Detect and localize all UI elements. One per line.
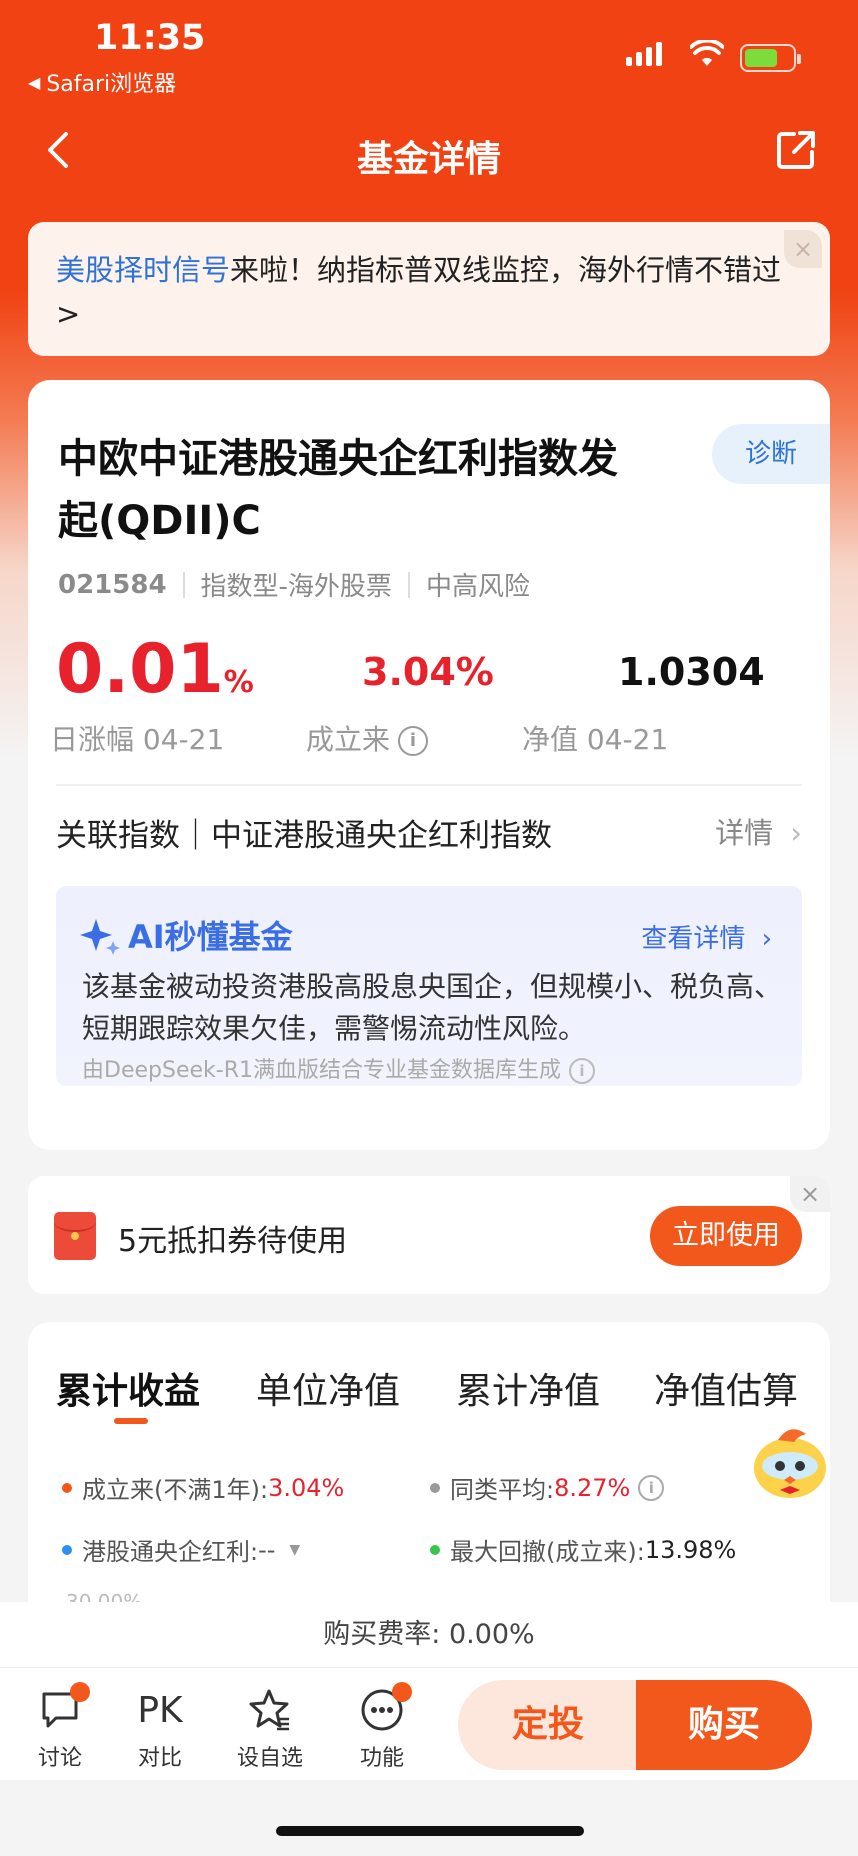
add-watchlist-button[interactable]: 设自选	[230, 1686, 310, 1772]
nav-value: 1.0304	[618, 650, 765, 694]
pk-icon: PK	[137, 1689, 183, 1731]
tab-nav-estimate[interactable]: 净值估算	[654, 1362, 798, 1414]
fund-risk: 中高风险	[425, 572, 530, 602]
buy-button[interactable]: 购买	[636, 1680, 812, 1770]
legend-value: 13.98%	[644, 1535, 737, 1564]
wifi-icon	[689, 38, 725, 72]
nav-label: 净值 04-21	[522, 723, 669, 756]
functions-label: 功能	[359, 1746, 404, 1771]
legend-value: --	[258, 1535, 276, 1564]
ai-footer-text: 由DeepSeek-R1满血版结合专业基金数据库生成	[82, 1058, 561, 1083]
since-inception-text: 成立来	[306, 723, 391, 756]
fund-type: 指数型-海外股票	[200, 572, 392, 602]
bottom-action-bar: 讨论 PK 对比 设自选 功能 定投 购买	[0, 1668, 858, 1780]
fund-code: 021584	[58, 569, 167, 600]
since-inception-value: 3.04%	[362, 650, 494, 694]
compare-label: 对比	[137, 1746, 182, 1771]
divider	[56, 784, 802, 786]
active-tab-indicator	[114, 1418, 148, 1424]
legend-label: 成立来(不满1年):	[82, 1476, 269, 1504]
use-coupon-button[interactable]: 立即使用	[650, 1206, 802, 1266]
status-time: 11:35	[94, 18, 206, 58]
add-watchlist-label: 设自选	[236, 1746, 303, 1771]
coupon-close-button[interactable]: ×	[790, 1176, 830, 1212]
star-icon	[249, 1689, 289, 1731]
banner-close-button[interactable]: ×	[784, 230, 822, 268]
tab-unit-nav[interactable]: 单位净值	[256, 1362, 400, 1414]
daily-change-unit: %	[223, 665, 254, 700]
mascot-assistant-icon[interactable]	[748, 1418, 832, 1502]
legend-dot	[62, 1482, 72, 1493]
ai-summary-text: 该基金被动投资港股高股息央国企，但规模小、税负高、短期跟踪效果欠佳，需警惕流动性…	[82, 970, 783, 1045]
legend-label: 同类平均:	[450, 1476, 555, 1504]
tab-cumulative-nav[interactable]: 累计净值	[456, 1362, 600, 1414]
info-icon[interactable]: i	[638, 1474, 665, 1501]
fund-meta: 021584 指数型-海外股票 中高风险	[58, 566, 530, 603]
discuss-label: 讨论	[37, 1746, 82, 1771]
ai-footer: 由DeepSeek-R1满血版结合专业基金数据库生成 i	[82, 1052, 595, 1084]
legend-dot	[430, 1482, 440, 1493]
back-app-label: Safari浏览器	[46, 72, 177, 97]
caret-down-icon: ▼	[289, 1541, 301, 1558]
coupon-text: 5元抵扣券待使用	[118, 1224, 348, 1259]
red-envelope-icon	[54, 1212, 96, 1260]
daily-change-label: 日涨幅 04-21	[50, 723, 225, 756]
legend-value: 8.27%	[554, 1473, 631, 1502]
info-icon[interactable]: i	[398, 726, 429, 756]
related-index[interactable]: 关联指数｜中证港股通央企红利指数	[56, 810, 552, 855]
since-inception-label: 成立来 i	[306, 718, 429, 758]
notification-badge	[392, 1682, 412, 1702]
ai-detail-label: 查看详情	[641, 924, 746, 954]
legend-max-drawdown: 最大回撤(成立来): 13.98%	[430, 1532, 736, 1567]
diagnose-button[interactable]: 诊断	[712, 424, 830, 484]
discuss-button[interactable]: 讨论	[20, 1682, 100, 1772]
back-triangle-icon: ◀	[28, 72, 41, 92]
ai-detail-link[interactable]: 查看详情 ›	[641, 918, 772, 955]
share-button[interactable]	[774, 128, 818, 176]
fund-summary-card: 中欧中证港股通央企红利指数发起(QDII)C 诊断 021584 指数型-海外股…	[28, 380, 830, 1150]
legend-since-inception: 成立来(不满1年): 3.04%	[62, 1470, 344, 1505]
home-indicator[interactable]	[276, 1826, 584, 1836]
legend-label: 最大回撤(成立来):	[450, 1538, 645, 1566]
meta-divider	[182, 571, 185, 598]
legend-peer-average: 同类平均: 8.27% i	[430, 1470, 665, 1505]
legend-dot	[62, 1544, 72, 1555]
info-icon[interactable]: i	[568, 1058, 595, 1084]
performance-chart-card: 累计收益 单位净值 累计净值 净值估算 成立来(不满1年): 3.04% 同类平均…	[28, 1322, 830, 1622]
signal-icon	[626, 42, 662, 66]
notification-badge	[70, 1682, 90, 1702]
related-index-detail-link[interactable]: 详情 ›	[715, 810, 802, 852]
page-title: 基金详情	[356, 139, 501, 180]
fund-name: 中欧中证港股通央企红利指数发起(QDII)C	[58, 436, 618, 544]
legend-label: 港股通央企红利:	[82, 1538, 259, 1566]
ai-title-text: AI秒懂基金	[128, 918, 293, 956]
promo-highlight[interactable]: 美股择时信号	[56, 253, 230, 287]
promo-banner[interactable]: 美股择时信号来啦！纳指标普双线监控，海外行情不错过 > ×	[28, 222, 830, 356]
ai-summary-box[interactable]: AI秒懂基金 查看详情 › 该基金被动投资港股高股息央国企，但规模小、税负高、短…	[56, 886, 802, 1086]
back-to-safari[interactable]: ◀ Safari浏览器	[28, 66, 176, 98]
functions-button[interactable]: 功能	[342, 1682, 422, 1772]
ai-title: AI秒懂基金	[80, 912, 293, 958]
legend-index[interactable]: 港股通央企红利: -- ▼	[62, 1532, 300, 1567]
legend-dot	[430, 1544, 440, 1555]
battery-icon	[740, 44, 801, 72]
regular-invest-button[interactable]: 定投	[458, 1680, 638, 1770]
tab-cumulative-return[interactable]: 累计收益	[56, 1362, 200, 1414]
sparkle-icon	[80, 919, 120, 955]
chevron-right-icon: ›	[761, 924, 772, 954]
meta-divider	[407, 571, 410, 598]
coupon-card: 5元抵扣券待使用 立即使用 ×	[28, 1176, 830, 1294]
compare-button[interactable]: PK 对比	[120, 1686, 200, 1772]
related-detail-label: 详情	[715, 816, 774, 850]
chevron-right-icon: ›	[790, 816, 802, 850]
daily-change: 0.01%	[56, 630, 254, 709]
purchase-fee: 购买费率: 0.00%	[0, 1602, 858, 1668]
legend-value: 3.04%	[268, 1473, 345, 1502]
daily-change-value: 0.01	[56, 630, 224, 709]
